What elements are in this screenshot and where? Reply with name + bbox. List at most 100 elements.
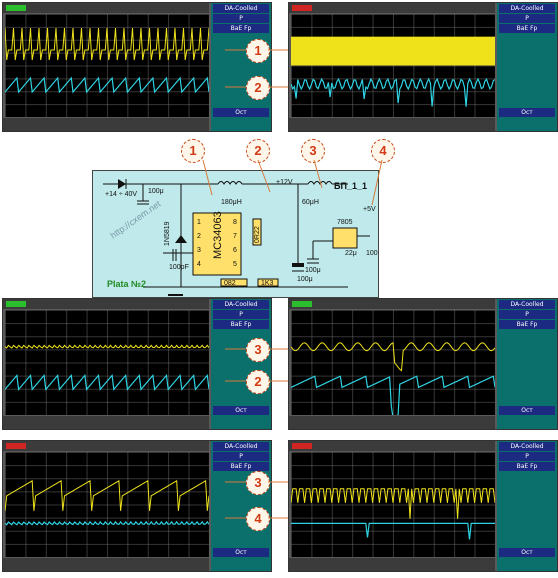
- plata-label: Plata №2: [107, 279, 146, 289]
- scope-footer: [3, 118, 209, 131]
- scope-footer: [289, 118, 495, 131]
- scope-menu-stop: Ост: [499, 406, 555, 415]
- scope-menu-stop: Ост: [499, 108, 555, 117]
- scope-screen: [5, 452, 209, 557]
- callout-4-mid: 4: [371, 139, 395, 163]
- scope-footer: [289, 558, 495, 571]
- callout-2-top: 2: [246, 76, 270, 100]
- pin-3: 3: [197, 247, 201, 254]
- scope-header: [289, 3, 495, 13]
- oscilloscope-panel: DA-Coolled P BaE Fp Ост: [288, 2, 558, 132]
- scope-header: [289, 441, 495, 451]
- trace-yellow: [5, 27, 209, 61]
- scope-menu-item: BaE Fp: [499, 24, 555, 33]
- callout-3-row4: 3: [246, 471, 270, 495]
- oscilloscope-panel: DA-Coolled P BaE Fp Ост: [288, 298, 558, 430]
- trace-cyan: [5, 520, 209, 526]
- scope-menu-stop: Ост: [213, 108, 269, 117]
- creg-label: 22μ: [345, 250, 357, 257]
- cpf-label: 100pF: [169, 264, 189, 271]
- scope-menu-item: DA-Coolled: [213, 4, 269, 13]
- cout2-label: 100μ: [305, 267, 321, 274]
- scope-menu-item: BaE Fp: [213, 24, 269, 33]
- callout-1-mid: 1: [181, 139, 205, 163]
- diode-label: 1N5819: [164, 221, 171, 246]
- pin-8: 8: [233, 219, 237, 226]
- scope-menu-item: P: [213, 310, 269, 319]
- scope-menu-item: BaE Fp: [213, 320, 269, 329]
- scope-menu-item: DA-Coolled: [499, 300, 555, 309]
- pin-4: 4: [197, 261, 201, 268]
- scope-header: [3, 299, 209, 309]
- reg-label: 7805: [337, 219, 353, 226]
- scope-header: [289, 299, 495, 309]
- trace-cyan: [291, 522, 495, 540]
- regulator-box: [332, 227, 358, 249]
- oscilloscope-panel: DA-Coolled P BaE Fp Ост: [2, 2, 272, 132]
- trace-yellow: [291, 488, 495, 519]
- rfb1-label: 082: [224, 280, 236, 287]
- callout-3-row3: 3: [246, 338, 270, 362]
- scope-menu: DA-Coolled P BaE Fp Ост: [211, 299, 271, 429]
- scope-menu-item: P: [213, 14, 269, 23]
- bp-label: БП_1_1: [334, 181, 367, 191]
- cout1-label: 100μ: [297, 276, 313, 283]
- l1-label: 180μH: [221, 199, 242, 206]
- input-diode-icon: [118, 179, 126, 189]
- scope-menu-stop: Ост: [213, 548, 269, 557]
- scope-screen: [291, 310, 495, 415]
- oscilloscope-panel: DA-Coolled P BaE Fp Ост: [288, 440, 558, 572]
- catch-diode-icon: [175, 235, 187, 243]
- scope-menu-item: BaE Fp: [499, 462, 555, 471]
- url-watermark: http://cxem.net: [108, 198, 162, 240]
- callout-1-top: 1: [246, 39, 270, 63]
- scope-menu-item: P: [499, 310, 555, 319]
- scope-menu-item: DA-Coolled: [213, 300, 269, 309]
- scope-screen: [291, 452, 495, 557]
- scope-footer: [289, 416, 495, 429]
- pin-1: 1: [197, 219, 201, 226]
- scope-menu: DA-Coolled P BaE Fp Ост: [497, 299, 557, 429]
- scope-menu: DA-Coolled P BaE Fp Ост: [211, 441, 271, 571]
- scope-menu-item: BaE Fp: [213, 462, 269, 471]
- scope-menu-item: BaE Fp: [499, 320, 555, 329]
- scope-screen: [5, 14, 209, 117]
- pin-6: 6: [233, 247, 237, 254]
- scope-menu-item: P: [213, 452, 269, 461]
- scope-menu-item: P: [499, 452, 555, 461]
- l2-label: 60μH: [302, 199, 319, 206]
- trace-cyan: [5, 76, 209, 94]
- trace-cyan: [5, 373, 209, 391]
- scope-footer: [3, 558, 209, 571]
- scope-header: [3, 441, 209, 451]
- callout-2-mid: 2: [246, 139, 270, 163]
- oscilloscope-panel: DA-Coolled P BaE Fp Ост: [2, 440, 272, 572]
- pin-2: 2: [197, 233, 201, 240]
- scope-menu-item: DA-Coolled: [213, 442, 269, 451]
- trace-yellow: [5, 479, 209, 511]
- callout-3-mid: 3: [301, 139, 325, 163]
- scope-footer: [3, 416, 209, 429]
- scope-menu: DA-Coolled P BaE Fp Ост: [211, 3, 271, 131]
- trace-cyan: [291, 375, 495, 415]
- input-voltage-label: +14 ÷ 40V: [105, 191, 137, 198]
- scope-menu-item: DA-Coolled: [499, 442, 555, 451]
- scope-menu-item: P: [499, 14, 555, 23]
- schematic-drawing: +14 ÷ 40V 100μ 180μH +12V 60μH БП_1_1 MC…: [103, 179, 378, 296]
- ic-label: MC34063: [212, 211, 224, 259]
- trace-cyan: [291, 77, 495, 107]
- scope-screen: [291, 14, 495, 117]
- trace-yellow: [291, 341, 495, 372]
- pin-5: 5: [233, 261, 237, 268]
- scope-screen: [5, 310, 209, 415]
- pin-7: 7: [233, 233, 237, 240]
- oscilloscope-panel: DA-Coolled P BaE Fp Ост: [2, 298, 272, 430]
- c100n-label: 100n: [366, 250, 378, 257]
- scope-menu: DA-Coolled P BaE Fp Ост: [497, 3, 557, 131]
- rsense-label: 0R22: [254, 226, 261, 243]
- scope-header: [3, 3, 209, 13]
- schematic: +14 ÷ 40V 100μ 180μH +12V 60μH БП_1_1 MC…: [92, 170, 379, 298]
- cin-label: 100μ: [148, 188, 164, 195]
- trace-yellow: [5, 344, 209, 349]
- scope-menu-stop: Ост: [499, 548, 555, 557]
